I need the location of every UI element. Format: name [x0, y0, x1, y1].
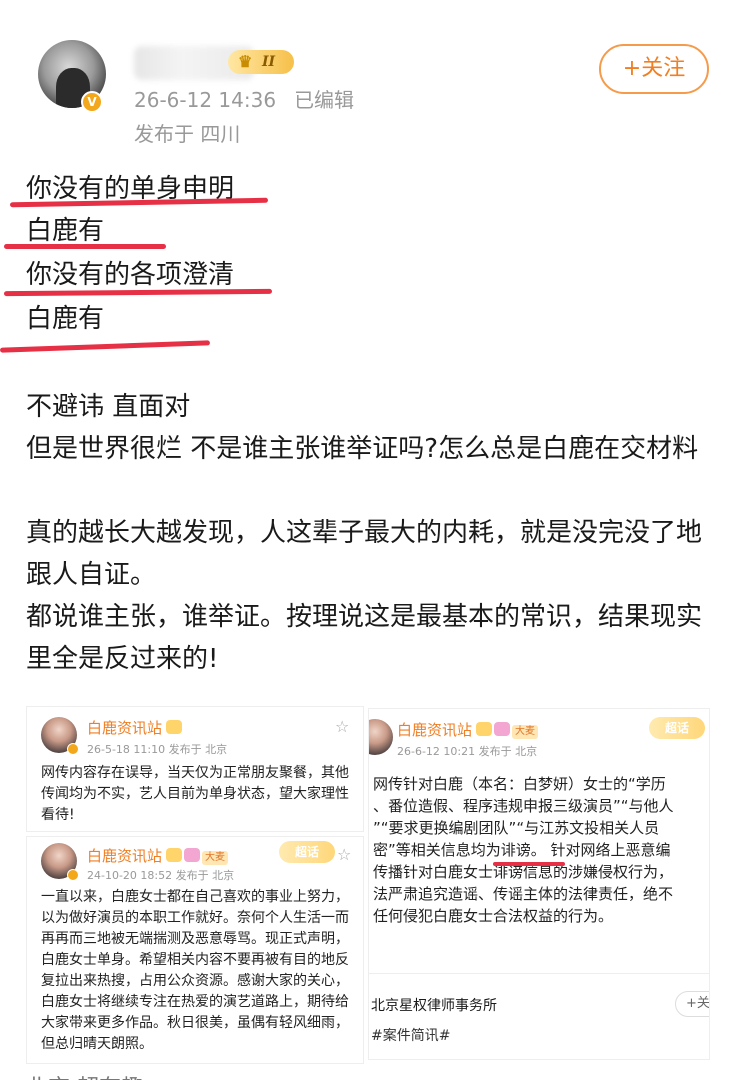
- post-paragraph: 真的越长大越发现，人这辈子最大的内耗，就是没完没了地跟人自证。: [26, 518, 703, 590]
- post-timestamp: 26-6-12 14:36: [134, 88, 277, 112]
- star-icon[interactable]: ☆: [335, 717, 349, 736]
- embedded-meta: 24-10-20 18:52 发布于 北京: [87, 869, 235, 882]
- highlight-line-4: 白鹿有: [26, 304, 105, 334]
- embedded-text: 网传针对白鹿（本名：白梦妍）女士的“学历 、番位造假、程序违规申报三级演员”“与…: [373, 773, 709, 927]
- embedded-post-left-top[interactable]: 白鹿资讯站 ☆ 26-5-18 11:10 发布于 北京 网传内容存在误导，当天…: [26, 706, 364, 832]
- verified-badge-icon: [67, 869, 79, 881]
- post-location: 发布于 四川: [134, 122, 241, 146]
- medal-icon: [166, 848, 183, 862]
- embedded-text: 一直以来，白鹿女士都在自己喜欢的事业上努力，以为做好演员的本职工作就好。奈何个人…: [41, 889, 349, 1052]
- vip-crown-badge: II: [228, 50, 294, 74]
- divider: [369, 973, 709, 974]
- embedded-follow-button[interactable]: +关: [675, 991, 709, 1017]
- embedded-author[interactable]: 白鹿资讯站: [87, 717, 183, 738]
- hashtag[interactable]: #案件简讯#: [371, 1025, 450, 1045]
- post-paragraph: 都说谁主张，谁举证。按理说这是最基本的常识，结果现实里全是反过来的!: [26, 602, 703, 674]
- embedded-avatar: [369, 719, 393, 755]
- red-underline: [4, 244, 166, 249]
- embedded-meta: 26-6-12 10:21 发布于 北京: [397, 745, 538, 758]
- text-line: 网传针对白鹿（本名：白梦妍）女士的“学历: [373, 775, 666, 793]
- text-line: 法严肃追究造谣、传谣主体的法律责任，绝不: [373, 885, 674, 903]
- big-tag: 大麦: [202, 851, 229, 865]
- red-underline: [493, 862, 565, 866]
- post-paragraph: 但是世界很烂 不是谁主张谁举证吗?怎么总是白鹿在交材料: [26, 434, 699, 464]
- embedded-avatar: [41, 717, 79, 755]
- edited-label[interactable]: 已编辑: [294, 88, 354, 112]
- embedded-author[interactable]: 白鹿资讯站 大麦: [87, 845, 229, 866]
- text-line: 任何侵犯白鹿女士合法权益的行为。: [373, 907, 614, 925]
- star-icon[interactable]: ☆: [337, 845, 351, 864]
- red-underline: [3, 288, 273, 297]
- post-paragraph: 不避讳 直面对: [26, 392, 191, 422]
- highlight-line-2: 白鹿有: [26, 216, 105, 246]
- red-underline: [0, 340, 211, 353]
- cut-off-text: 北京 超有趣: [26, 1070, 143, 1080]
- flair-badge: 超话: [279, 841, 335, 863]
- flair-badge: 超话: [649, 717, 705, 739]
- heart-icon: [184, 848, 201, 862]
- highlight-line-3: 你没有的各项澄清: [26, 260, 235, 290]
- embedded-meta: 26-5-18 11:10 发布于 北京: [87, 743, 228, 756]
- heart-icon: [494, 722, 511, 736]
- follow-button[interactable]: +关注: [599, 44, 709, 94]
- medal-icon: [166, 720, 183, 734]
- text-line: 、番位造假、程序违规申报三级演员”“与他人: [373, 797, 674, 815]
- post-meta: 26-6-12 14:36 已编辑: [134, 84, 354, 113]
- law-firm-name[interactable]: 北京星权律师事务所: [371, 995, 497, 1015]
- verified-badge-icon: [67, 743, 79, 755]
- embedded-post-left-bottom[interactable]: 白鹿资讯站 大麦 超话 ☆ 24-10-20 18:52 发布于 北京 一直以来，…: [26, 836, 364, 1064]
- big-tag: 大麦: [512, 725, 539, 739]
- embedded-text: 网传内容存在误导，当天仅为正常朋友聚餐，其他传闻均为不实，艺人目前为单身状态，望…: [41, 765, 349, 823]
- embedded-author[interactable]: 白鹿资讯站 大麦: [397, 719, 539, 740]
- text-line: 密”等相关信息均为诽谤。 针对网络上恶意编: [373, 841, 671, 859]
- medal-icon: [476, 722, 493, 736]
- embedded-avatar: [41, 843, 79, 881]
- embedded-post-right[interactable]: 白鹿资讯站 大麦 超话 26-6-12 10:21 发布于 北京 网传针对白鹿（本…: [368, 708, 710, 1060]
- verified-badge-icon: V: [81, 91, 103, 113]
- text-line: ”“要求更换编剧团队”“与江苏文投相关人员: [373, 819, 660, 837]
